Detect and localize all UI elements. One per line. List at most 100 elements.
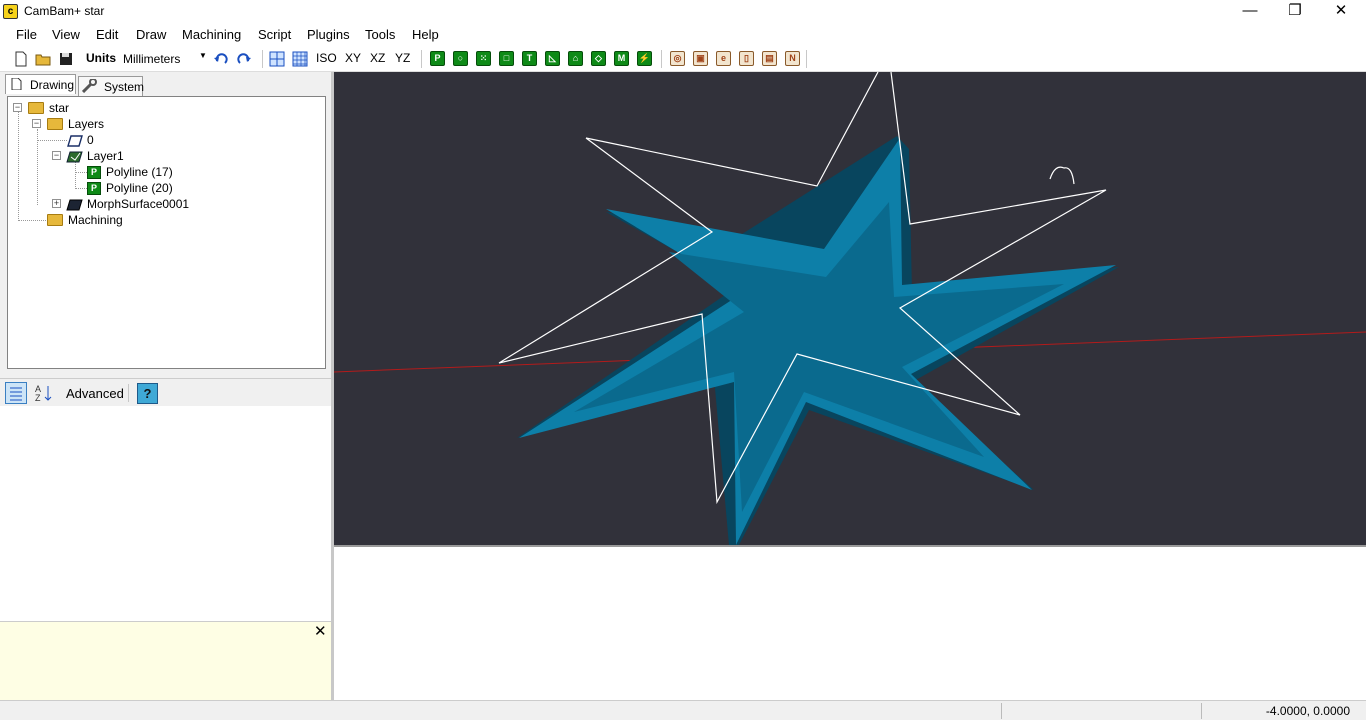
cursor-coordinates: -4.0000, 0.0000 xyxy=(1265,704,1350,718)
profile-mop-icon[interactable]: P xyxy=(430,51,445,66)
svg-text:Z: Z xyxy=(35,393,41,403)
drawing-tree: − star − Layers 0 − Layer1 P Polyline (1… xyxy=(7,96,326,369)
redo-icon[interactable] xyxy=(236,51,252,67)
toolbar-separator xyxy=(128,384,129,402)
minimize-button[interactable]: — xyxy=(1227,0,1273,23)
drill-mop-icon[interactable]: ⁙ xyxy=(476,51,491,66)
polyline-icon: P xyxy=(87,182,101,195)
menu-script[interactable]: Script xyxy=(258,27,291,42)
menu-machining[interactable]: Machining xyxy=(182,27,241,42)
view-yz-button[interactable]: YZ xyxy=(395,51,410,65)
tree-line xyxy=(18,220,48,221)
post-processor-icon[interactable]: ▯ xyxy=(739,51,754,66)
3d-profile-mop-icon[interactable]: ⌂ xyxy=(568,51,583,66)
folder-icon xyxy=(28,102,44,114)
tree-node-polyline-17[interactable]: Polyline (17) xyxy=(106,165,173,179)
pocket-mop-icon[interactable]: ○ xyxy=(453,51,468,66)
folder-icon xyxy=(47,118,63,130)
gcode-output-icon[interactable]: ▤ xyxy=(762,51,777,66)
tab-drawing[interactable]: Drawing xyxy=(5,74,76,94)
new-file-icon[interactable] xyxy=(13,51,29,67)
engrave-mop-icon[interactable]: T xyxy=(522,51,537,66)
polyline-outline xyxy=(585,72,879,187)
tree-node-machining[interactable]: Machining xyxy=(68,213,123,227)
save-icon[interactable] xyxy=(58,51,74,67)
properties-grid xyxy=(0,406,333,621)
sort-alpha-icon[interactable]: AZ xyxy=(33,383,53,403)
menu-file[interactable]: File xyxy=(16,27,37,42)
document-icon xyxy=(11,78,22,90)
stock-icon[interactable]: ▣ xyxy=(693,51,708,66)
open-folder-icon[interactable] xyxy=(35,51,51,67)
app-icon: c xyxy=(3,4,18,19)
toolbar-separator xyxy=(661,50,662,68)
menu-tools[interactable]: Tools xyxy=(365,27,395,42)
tab-drawing-label: Drawing xyxy=(30,78,75,92)
tree-line xyxy=(37,140,67,141)
advanced-toggle[interactable]: Advanced xyxy=(66,386,124,401)
3d-viewport[interactable] xyxy=(334,72,1366,545)
menu-help[interactable]: Help xyxy=(412,27,439,42)
generate-toolpath-icon[interactable]: ⚡ xyxy=(637,51,652,66)
tree-node-layers[interactable]: Layers xyxy=(68,117,104,131)
close-button[interactable]: ✕ xyxy=(1318,0,1364,23)
wrench-icon xyxy=(82,79,97,93)
edit-gcode-icon[interactable]: e xyxy=(716,51,731,66)
undo-icon[interactable] xyxy=(213,51,229,67)
view-xz-button[interactable]: XZ xyxy=(370,51,385,65)
view-xy-button[interactable]: XY xyxy=(345,51,361,65)
tree-collapse-toggle[interactable]: − xyxy=(52,151,61,160)
tab-system-label: System xyxy=(104,80,145,94)
status-separator xyxy=(1201,703,1202,719)
maximize-button[interactable]: ❐ xyxy=(1272,0,1318,23)
surface-icon xyxy=(66,199,83,211)
toolbar-separator xyxy=(806,50,807,68)
tree-line xyxy=(75,161,76,189)
tree-collapse-toggle[interactable]: − xyxy=(13,103,22,112)
menu-view[interactable]: View xyxy=(52,27,80,42)
pocket-rect-mop-icon[interactable]: □ xyxy=(499,51,514,66)
close-help-icon[interactable]: ✕ xyxy=(314,622,327,640)
nc-file-icon[interactable]: N xyxy=(785,51,800,66)
menu-draw[interactable]: Draw xyxy=(136,27,166,42)
waterline-mop-icon[interactable]: M xyxy=(614,51,629,66)
tree-collapse-toggle[interactable]: − xyxy=(32,119,41,128)
tree-line xyxy=(18,112,19,221)
main-toolbar: Units Millimeters ▼ ISO XY XZ YZ P ○ ⁙ □… xyxy=(0,46,1366,72)
view-iso-button[interactable]: ISO xyxy=(316,51,337,65)
categorized-icon[interactable] xyxy=(5,382,27,404)
properties-toolbar: AZ Advanced ? xyxy=(0,378,333,406)
units-select[interactable]: Millimeters xyxy=(123,52,180,66)
menu-bar: File View Edit Draw Machining Script Plu… xyxy=(0,23,1366,46)
tree-node-star[interactable]: star xyxy=(49,101,69,115)
tree-node-polyline-20[interactable]: Polyline (20) xyxy=(106,181,173,195)
output-console xyxy=(334,545,1366,700)
status-separator xyxy=(1001,703,1002,719)
toolbar-separator xyxy=(421,50,422,68)
window-title: CamBam+ star xyxy=(24,4,105,18)
menu-plugins[interactable]: Plugins xyxy=(307,27,350,42)
help-icon[interactable]: ? xyxy=(137,383,158,404)
tree-expand-toggle[interactable]: + xyxy=(52,199,61,208)
tree-line xyxy=(75,172,87,173)
units-label: Units xyxy=(86,51,116,65)
lathe-mop-icon[interactable]: ◺ xyxy=(545,51,560,66)
snap-grid-icon[interactable] xyxy=(269,51,285,67)
active-layer-icon xyxy=(66,151,83,163)
tree-line xyxy=(75,188,87,189)
help-panel: ✕ xyxy=(0,621,331,700)
title-bar: c CamBam+ star — ❐ ✕ xyxy=(0,0,1366,23)
chevron-down-icon[interactable]: ▼ xyxy=(199,51,207,60)
viewport-canvas[interactable] xyxy=(334,72,1366,545)
grid-icon[interactable] xyxy=(292,51,308,67)
tree-node-morph-surface[interactable]: MorphSurface0001 xyxy=(87,197,189,211)
menu-edit[interactable]: Edit xyxy=(96,27,118,42)
tool-library-icon[interactable]: ◎ xyxy=(670,51,685,66)
axis-gizmo-icon xyxy=(1049,166,1075,185)
tree-node-layer1[interactable]: Layer1 xyxy=(87,149,124,163)
layer-icon xyxy=(67,135,83,147)
tab-system[interactable]: System xyxy=(78,76,145,96)
status-bar: -4.0000, 0.0000 xyxy=(0,700,1366,720)
tree-node-layer-0[interactable]: 0 xyxy=(87,133,94,147)
3d-surface-mop-icon[interactable]: ◇ xyxy=(591,51,606,66)
